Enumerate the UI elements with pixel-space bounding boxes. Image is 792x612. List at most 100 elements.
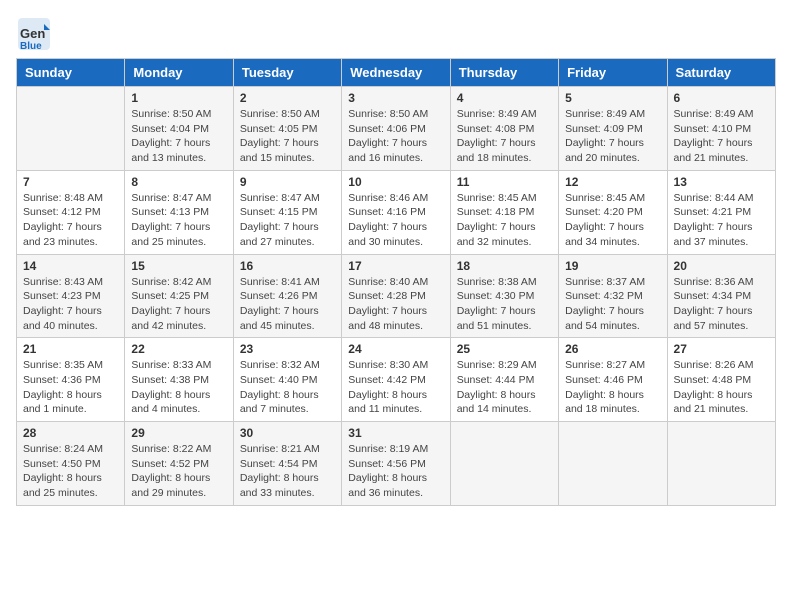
calendar-cell: [559, 422, 667, 506]
day-number: 31: [348, 426, 443, 440]
day-info: Sunrise: 8:36 AMSunset: 4:34 PMDaylight:…: [674, 275, 769, 334]
day-info: Sunrise: 8:30 AMSunset: 4:42 PMDaylight:…: [348, 358, 443, 417]
day-number: 23: [240, 342, 335, 356]
day-info: Sunrise: 8:50 AMSunset: 4:05 PMDaylight:…: [240, 107, 335, 166]
day-number: 16: [240, 259, 335, 273]
calendar-cell: 15Sunrise: 8:42 AMSunset: 4:25 PMDayligh…: [125, 254, 233, 338]
weekday-header-saturday: Saturday: [667, 59, 775, 87]
logo-icon: Gen Blue: [16, 16, 52, 52]
day-number: 11: [457, 175, 552, 189]
day-number: 12: [565, 175, 660, 189]
day-number: 20: [674, 259, 769, 273]
calendar-cell: 16Sunrise: 8:41 AMSunset: 4:26 PMDayligh…: [233, 254, 341, 338]
day-info: Sunrise: 8:50 AMSunset: 4:06 PMDaylight:…: [348, 107, 443, 166]
calendar-cell: 18 Sunrise: 8:38 AMSunset: 4:30 PMDayligh…: [450, 254, 558, 338]
calendar-cell: 9 Sunrise: 8:47 AMSunset: 4:15 PMDaylight…: [233, 170, 341, 254]
day-info: Sunrise: 8:47 AMSunset: 4:13 PMDaylight:…: [131, 191, 226, 250]
calendar-cell: 25 Sunrise: 8:29 AMSunset: 4:44 PMDayligh…: [450, 338, 558, 422]
day-info: Sunrise: 8:49 AMSunset: 4:08 PMDaylight:…: [457, 107, 552, 166]
day-number: 26: [565, 342, 660, 356]
day-info: Sunrise: 8:47 AMSunset: 4:15 PMDaylight:…: [240, 191, 335, 250]
day-number: 1: [131, 91, 226, 105]
day-info: Sunrise: 8:49 AMSunset: 4:09 PMDaylight:…: [565, 107, 660, 166]
page-header: Gen Blue: [16, 16, 776, 52]
calendar-cell: 3 Sunrise: 8:50 AMSunset: 4:06 PMDaylight…: [342, 87, 450, 171]
day-number: 9: [240, 175, 335, 189]
calendar-cell: 26 Sunrise: 8:27 AMSunset: 4:46 PMDayligh…: [559, 338, 667, 422]
day-info: Sunrise: 8:49 AMSunset: 4:10 PMDaylight:…: [674, 107, 769, 166]
day-info: Sunrise: 8:37 AMSunset: 4:32 PMDaylight:…: [565, 275, 660, 334]
day-info: Sunrise: 8:46 AMSunset: 4:16 PMDaylight:…: [348, 191, 443, 250]
day-info: Sunrise: 8:29 AMSunset: 4:44 PMDaylight:…: [457, 358, 552, 417]
day-number: 4: [457, 91, 552, 105]
calendar-cell: 20 Sunrise: 8:36 AMSunset: 4:34 PMDayligh…: [667, 254, 775, 338]
calendar-cell: 8 Sunrise: 8:47 AMSunset: 4:13 PMDaylight…: [125, 170, 233, 254]
day-info: Sunrise: 8:38 AMSunset: 4:30 PMDaylight:…: [457, 275, 552, 334]
calendar-cell: 27 Sunrise: 8:26 AMSunset: 4:48 PMDayligh…: [667, 338, 775, 422]
day-info: Sunrise: 8:42 AMSunset: 4:25 PMDaylight:…: [131, 275, 226, 334]
calendar-cell: 21Sunrise: 8:35 AMSunset: 4:36 PMDayligh…: [17, 338, 125, 422]
calendar-table: SundayMondayTuesdayWednesdayThursdayFrid…: [16, 58, 776, 506]
calendar-cell: 2 Sunrise: 8:50 AMSunset: 4:05 PMDaylight…: [233, 87, 341, 171]
weekday-header-sunday: Sunday: [17, 59, 125, 87]
day-info: Sunrise: 8:48 AMSunset: 4:12 PMDaylight:…: [23, 191, 118, 250]
day-number: 3: [348, 91, 443, 105]
day-number: 10: [348, 175, 443, 189]
day-number: 2: [240, 91, 335, 105]
day-number: 5: [565, 91, 660, 105]
day-info: Sunrise: 8:40 AMSunset: 4:28 PMDaylight:…: [348, 275, 443, 334]
svg-text:Blue: Blue: [20, 41, 42, 52]
day-info: Sunrise: 8:50 AMSunset: 4:04 PMDaylight:…: [131, 107, 226, 166]
calendar-cell: 7 Sunrise: 8:48 AMSunset: 4:12 PMDaylight…: [17, 170, 125, 254]
weekday-header-thursday: Thursday: [450, 59, 558, 87]
calendar-cell: 1 Sunrise: 8:50 AMSunset: 4:04 PMDaylight…: [125, 87, 233, 171]
calendar-cell: 11 Sunrise: 8:45 AMSunset: 4:18 PMDayligh…: [450, 170, 558, 254]
calendar-cell: 13 Sunrise: 8:44 AMSunset: 4:21 PMDayligh…: [667, 170, 775, 254]
day-number: 22: [131, 342, 226, 356]
calendar-cell: 10 Sunrise: 8:46 AMSunset: 4:16 PMDayligh…: [342, 170, 450, 254]
day-number: 18: [457, 259, 552, 273]
day-number: 8: [131, 175, 226, 189]
calendar-cell: [450, 422, 558, 506]
day-info: Sunrise: 8:24 AMSunset: 4:50 PMDaylight:…: [23, 442, 118, 501]
calendar-cell: 19 Sunrise: 8:37 AMSunset: 4:32 PMDayligh…: [559, 254, 667, 338]
calendar-cell: 28 Sunrise: 8:24 AMSunset: 4:50 PMDayligh…: [17, 422, 125, 506]
day-number: 19: [565, 259, 660, 273]
day-number: 28: [23, 426, 118, 440]
calendar-cell: [17, 87, 125, 171]
day-info: Sunrise: 8:44 AMSunset: 4:21 PMDaylight:…: [674, 191, 769, 250]
weekday-header-wednesday: Wednesday: [342, 59, 450, 87]
calendar-cell: 14Sunrise: 8:43 AMSunset: 4:23 PMDayligh…: [17, 254, 125, 338]
weekday-header-monday: Monday: [125, 59, 233, 87]
calendar-cell: 4 Sunrise: 8:49 AMSunset: 4:08 PMDaylight…: [450, 87, 558, 171]
calendar-cell: 30Sunrise: 8:21 AMSunset: 4:54 PMDayligh…: [233, 422, 341, 506]
day-number: 29: [131, 426, 226, 440]
day-number: 17: [348, 259, 443, 273]
day-number: 27: [674, 342, 769, 356]
day-info: Sunrise: 8:26 AMSunset: 4:48 PMDaylight:…: [674, 358, 769, 417]
weekday-header-tuesday: Tuesday: [233, 59, 341, 87]
svg-text:Gen: Gen: [20, 26, 45, 41]
calendar-cell: 5 Sunrise: 8:49 AMSunset: 4:09 PMDaylight…: [559, 87, 667, 171]
day-number: 6: [674, 91, 769, 105]
day-info: Sunrise: 8:32 AMSunset: 4:40 PMDaylight:…: [240, 358, 335, 417]
calendar-cell: 31 Sunrise: 8:19 AMSunset: 4:56 PMDayligh…: [342, 422, 450, 506]
calendar-cell: 24 Sunrise: 8:30 AMSunset: 4:42 PMDayligh…: [342, 338, 450, 422]
calendar-cell: 22Sunrise: 8:33 AMSunset: 4:38 PMDayligh…: [125, 338, 233, 422]
day-number: 24: [348, 342, 443, 356]
day-info: Sunrise: 8:19 AMSunset: 4:56 PMDaylight:…: [348, 442, 443, 501]
day-number: 7: [23, 175, 118, 189]
calendar-cell: 6 Sunrise: 8:49 AMSunset: 4:10 PMDaylight…: [667, 87, 775, 171]
day-number: 13: [674, 175, 769, 189]
weekday-header-friday: Friday: [559, 59, 667, 87]
calendar-cell: 23 Sunrise: 8:32 AMSunset: 4:40 PMDayligh…: [233, 338, 341, 422]
day-info: Sunrise: 8:43 AMSunset: 4:23 PMDaylight:…: [23, 275, 118, 334]
day-number: 25: [457, 342, 552, 356]
day-number: 30: [240, 426, 335, 440]
day-number: 21: [23, 342, 118, 356]
day-info: Sunrise: 8:22 AMSunset: 4:52 PMDaylight:…: [131, 442, 226, 501]
day-info: Sunrise: 8:45 AMSunset: 4:20 PMDaylight:…: [565, 191, 660, 250]
day-info: Sunrise: 8:27 AMSunset: 4:46 PMDaylight:…: [565, 358, 660, 417]
logo: Gen Blue: [16, 16, 56, 52]
day-info: Sunrise: 8:45 AMSunset: 4:18 PMDaylight:…: [457, 191, 552, 250]
